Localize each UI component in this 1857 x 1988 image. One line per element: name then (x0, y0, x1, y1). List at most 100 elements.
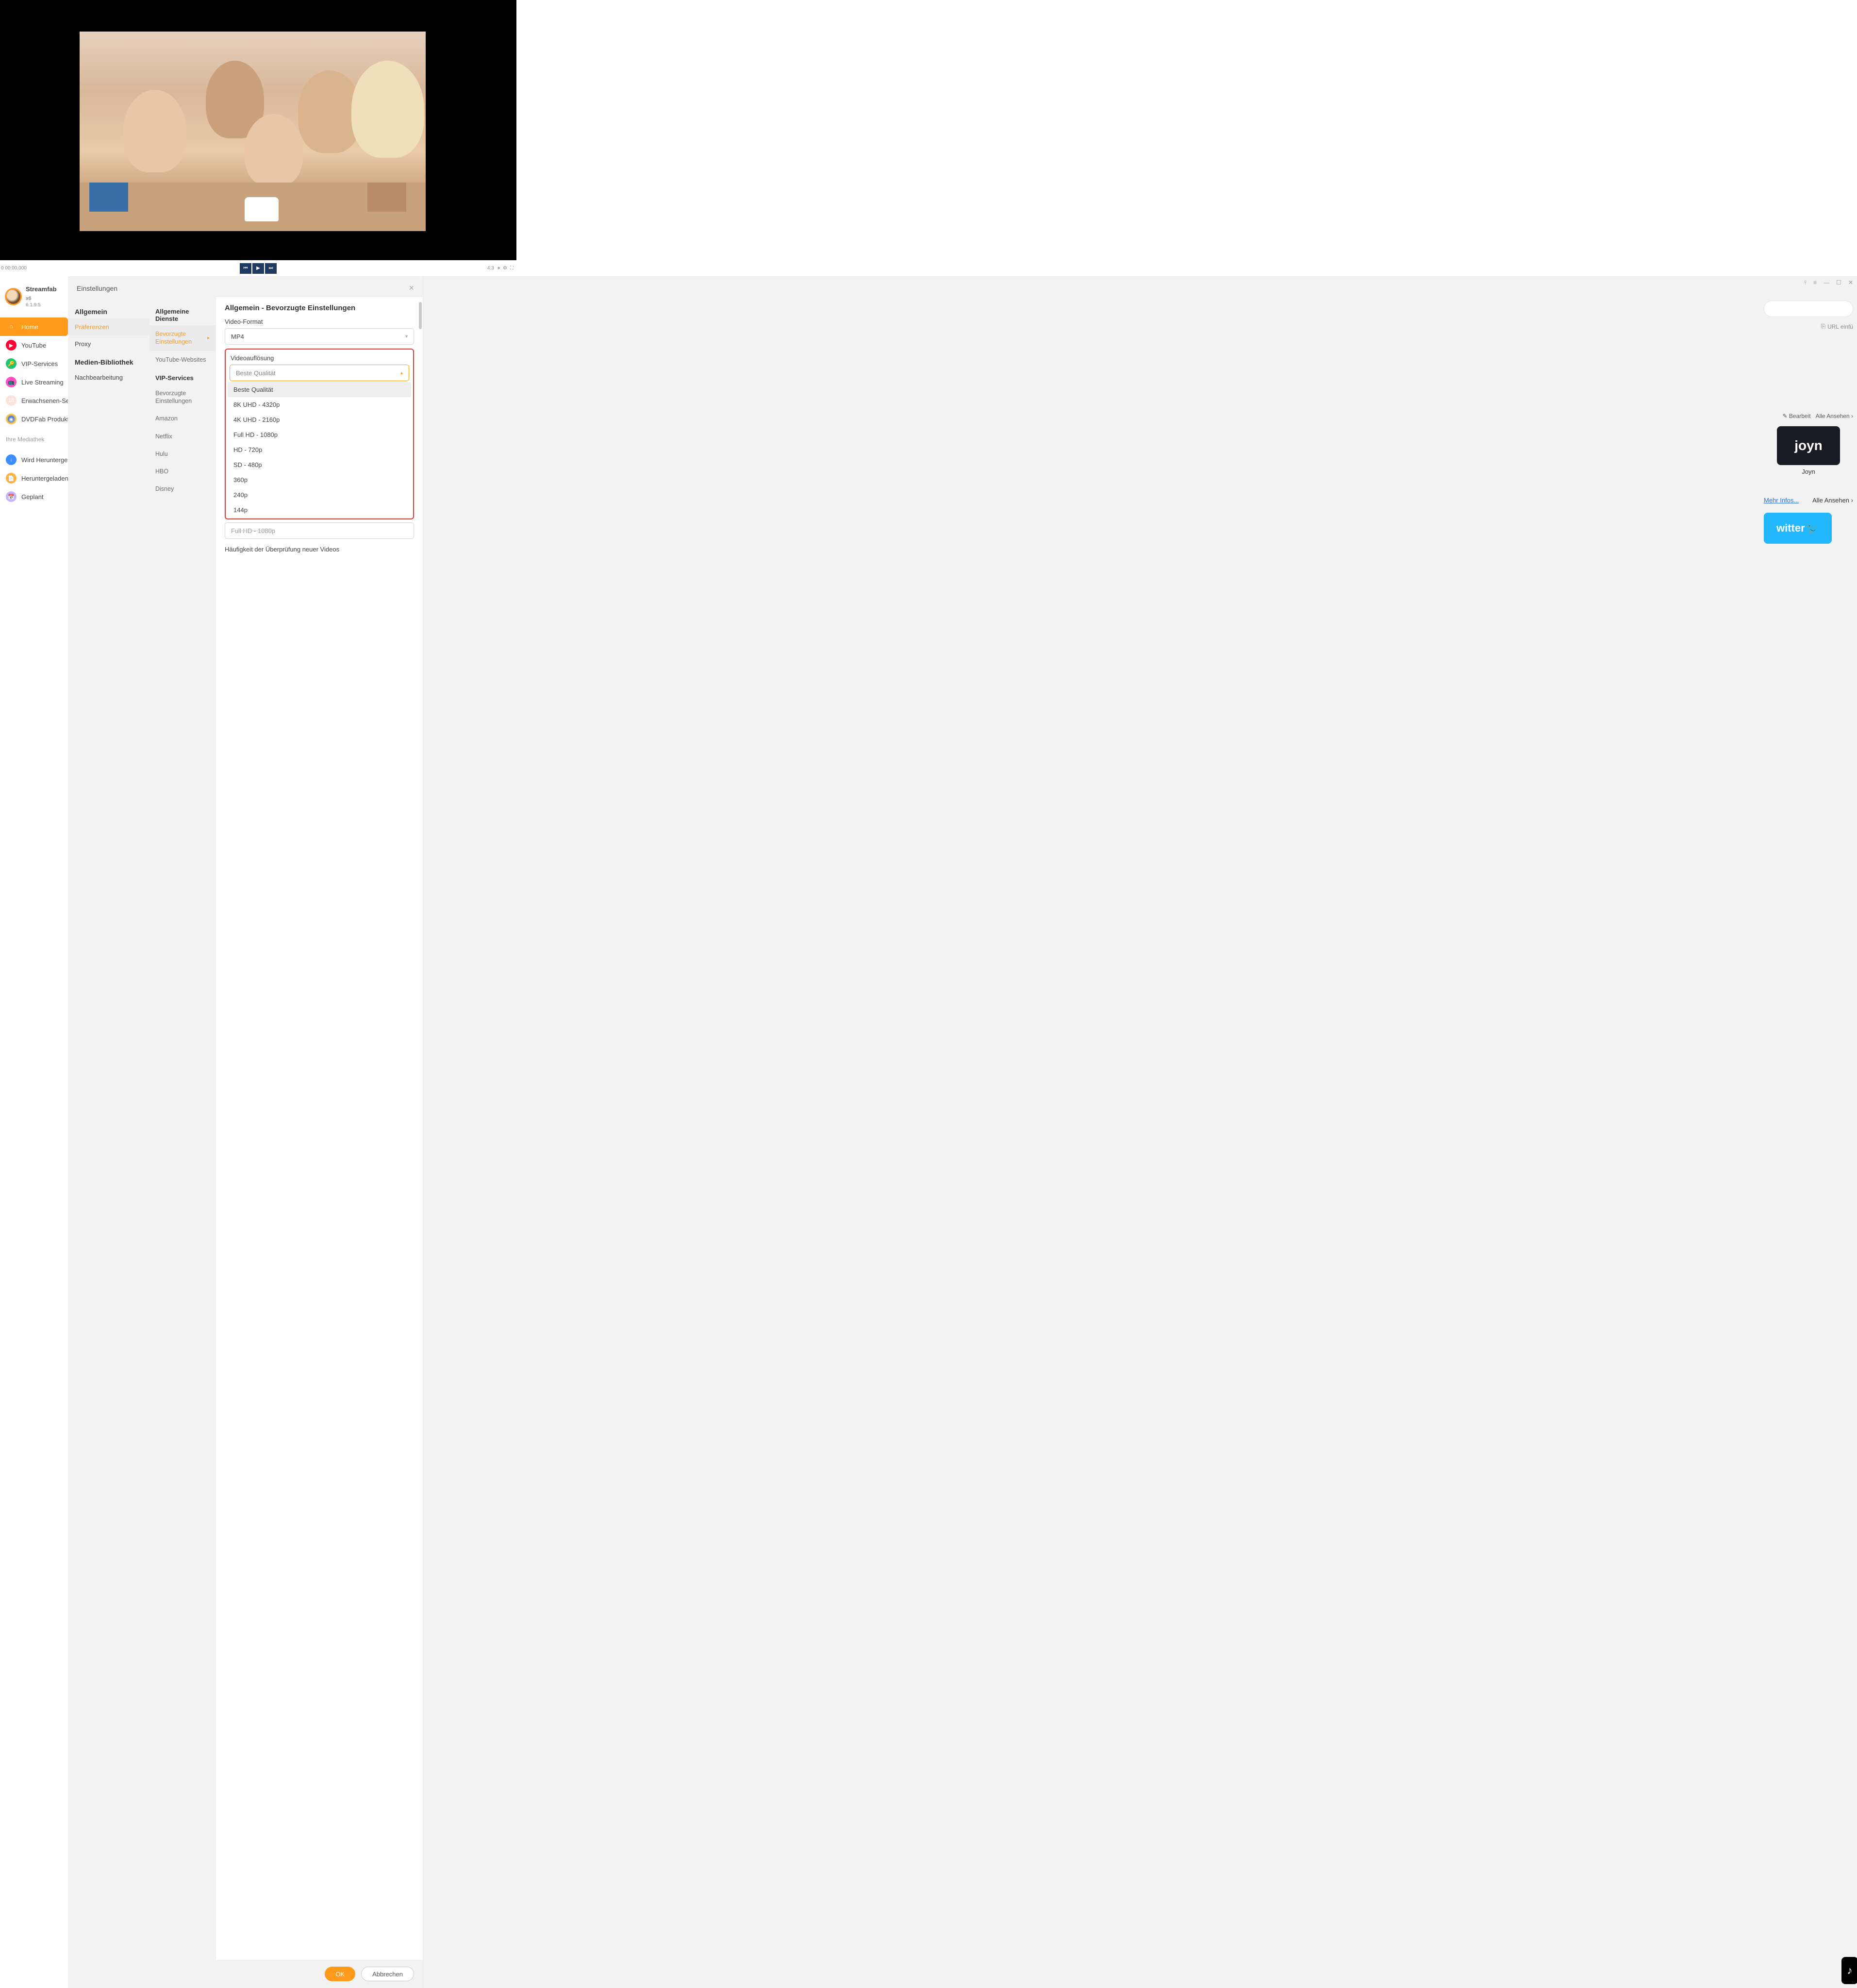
youtube-icon: ▶ (6, 340, 17, 351)
adult-icon: 18 (6, 395, 17, 406)
fullscreen-icon[interactable]: ⛶ (510, 266, 514, 271)
pencil-icon: ✎ (1782, 413, 1787, 419)
settings-modal: Einstellungen × Allgemein Präferenzen Pr… (68, 276, 423, 1988)
twitter-card[interactable]: witter🐦 (1764, 513, 1832, 544)
sidebar-item-label: Erwachsenen-Se (21, 397, 68, 404)
resolution-option[interactable]: Full HD - 1080p (228, 427, 411, 442)
resolution-option[interactable]: 4K UHD - 2160p (228, 412, 411, 427)
search-input[interactable] (1764, 301, 1853, 317)
sidebar-item-home[interactable]: ⌂Home (0, 317, 68, 336)
category-preferences[interactable]: Präferenzen (68, 318, 149, 335)
sidebar-item-vip[interactable]: 🔑VIP-Services (0, 354, 68, 373)
downloaded-icon: 📄 (6, 473, 17, 484)
sidebar-item-downloaded[interactable]: 📄 Heruntergeladen (0, 469, 68, 487)
downloading-icon: ↓ (6, 454, 17, 465)
subcategory-disney[interactable]: Disney (149, 480, 216, 498)
main-area: ⫯ ≡ — ☐ ✕ ⎘ URL einfü ✎ Bearbeit Alle An… (68, 276, 1857, 1988)
category-postprocessing[interactable]: Nachbearbeitung (68, 369, 149, 386)
sidebar-item-adult[interactable]: 18 Erwachsenen-Se (0, 391, 68, 410)
url-paste-button[interactable]: ⎘ URL einfü (1764, 323, 1853, 330)
video-format-label: Video-Format (225, 318, 414, 325)
app-window: Streamfab x6 6.1.9.5 ⌂Home ▶YouTube 🔑VIP… (0, 276, 1857, 1988)
sidebar-item-downloading[interactable]: ↓ Wird Heruntergel (0, 451, 68, 469)
subcategory-amazon[interactable]: Amazon (149, 410, 216, 427)
brand: Streamfab x6 6.1.9.5 (0, 280, 68, 313)
panel-title: Allgemein - Bevorzugte Einstellungen (225, 304, 414, 312)
tiktok-card[interactable]: ♪ (1841, 1957, 1857, 1984)
resolution-option[interactable]: Beste Qualität (228, 382, 411, 397)
subcategory-hulu[interactable]: Hulu (149, 445, 216, 463)
view-all-link[interactable]: Alle Ansehen › (1816, 413, 1853, 419)
subcategory-heading-general-services: Allgemeine Dienste (149, 302, 216, 325)
chevron-right-icon: › (1851, 413, 1853, 419)
minimize-icon[interactable]: — (1824, 279, 1829, 286)
play-button[interactable]: ▶ (252, 263, 264, 274)
modal-title: Einstellungen (77, 284, 117, 292)
brand-suffix: x6 (26, 296, 32, 301)
ok-button[interactable]: OK (325, 1967, 355, 1981)
subcategory-youtube-websites[interactable]: YouTube-Websites (149, 351, 216, 368)
view-all-link-2[interactable]: Alle Ansehen › (1812, 497, 1853, 504)
brand-version: 6.1.9.5 (26, 302, 63, 308)
next-button[interactable]: ⏭ (265, 263, 277, 274)
menu-icon[interactable]: ≡ (1813, 279, 1817, 286)
resolution-option[interactable]: 240p (228, 487, 411, 502)
maximize-icon[interactable]: ☐ (1836, 279, 1841, 286)
joyn-label: Joyn (1802, 468, 1815, 475)
category-proxy[interactable]: Proxy (68, 335, 149, 352)
scrollbar[interactable] (419, 302, 422, 329)
modal-close-button[interactable]: × (409, 283, 414, 293)
cancel-button[interactable]: Abbrechen (361, 1967, 414, 1981)
sidebar-item-label: DVDFab Produkt (21, 416, 68, 423)
resolution-option[interactable]: 8K UHD - 4320p (228, 397, 411, 412)
video-frame (80, 0, 426, 260)
video-format-value: MP4 (231, 333, 244, 340)
sidebar: Streamfab x6 6.1.9.5 ⌂Home ▶YouTube 🔑VIP… (0, 276, 68, 1988)
subcategory-hbo[interactable]: HBO (149, 463, 216, 480)
aspect-ratio-label: 4:3 (487, 266, 494, 271)
resolution-option[interactable]: SD - 480p (228, 457, 411, 472)
resolution-highlight-box: Videoauflösung Beste Qualität Beste Qual… (225, 349, 414, 519)
resolution-label: Videoauflösung (231, 354, 408, 362)
prev-button[interactable]: ⏮ (240, 263, 251, 274)
brand-name: Streamfab (26, 285, 57, 293)
scheduled-icon: 📅 (6, 491, 17, 502)
sidebar-item-youtube[interactable]: ▶YouTube (0, 336, 68, 354)
resolution-option[interactable]: HD - 720p (228, 442, 411, 457)
sidebar-item-label: Heruntergeladen (21, 475, 68, 482)
twitter-icon: 🐦 (1806, 522, 1819, 535)
sidebar-item-dvdfab[interactable]: ◉ DVDFab Produkt (0, 410, 68, 428)
dvdfab-icon: ◉ (6, 414, 17, 424)
resolution-option[interactable]: 360p (228, 472, 411, 487)
sidebar-item-livestreaming[interactable]: 📺Live Streaming (0, 373, 68, 391)
resolution-select[interactable]: Beste Qualität (230, 365, 409, 381)
close-window-icon[interactable]: ✕ (1848, 279, 1853, 286)
resolution-option[interactable]: 144p (228, 502, 411, 518)
chevron-down-icon: ▾ (405, 334, 408, 339)
edit-link[interactable]: ✎ Bearbeit (1782, 413, 1810, 419)
live-icon: 📺 (6, 377, 17, 387)
more-info-link[interactable]: Mehr Infos... (1764, 497, 1799, 504)
video-format-select[interactable]: MP4 ▾ (225, 328, 414, 345)
joyn-card[interactable]: joyn (1777, 426, 1840, 465)
home-content-strip: ⎘ URL einfü ✎ Bearbeit Alle Ansehen › jo… (1760, 296, 1857, 1988)
vip-icon: 🔑 (6, 358, 17, 369)
volume-icon[interactable]: 🕩 (497, 266, 500, 271)
subcategory-vip-preferred[interactable]: Bevorzugte Einstellungen (149, 384, 216, 410)
paste-icon: ⎘ (1821, 323, 1825, 330)
video-thumbnail (80, 32, 426, 231)
settings-panel: Allgemein - Bevorzugte Einstellungen Vid… (216, 297, 423, 1960)
settings-category-list: Allgemein Präferenzen Proxy Medien-Bibli… (68, 297, 149, 1960)
brand-logo-icon (5, 288, 22, 305)
settings-icon[interactable]: ⚙ (503, 266, 507, 271)
check-frequency-label: Häufigkeit der Überprüfung neuer Videos (225, 546, 414, 553)
subcategory-preferred-settings[interactable]: Bevorzugte Einstellungen▸ (149, 325, 216, 351)
sidebar-item-label: Home (21, 323, 38, 331)
player-controls: 0 00:00.000 ⏮ ▶ ⏭ 4:3 🕩 ⚙ ⛶ (0, 260, 516, 276)
settings-subcategory-list: Allgemeine Dienste Bevorzugte Einstellun… (149, 297, 216, 1960)
covered-select[interactable]: Full HD - 1080p (225, 522, 414, 539)
pin-icon[interactable]: ⫯ (1804, 279, 1807, 286)
sidebar-item-scheduled[interactable]: 📅Geplant (0, 487, 68, 506)
subcategory-netflix[interactable]: Netflix (149, 428, 216, 445)
sidebar-item-label: Wird Heruntergel (21, 456, 68, 464)
